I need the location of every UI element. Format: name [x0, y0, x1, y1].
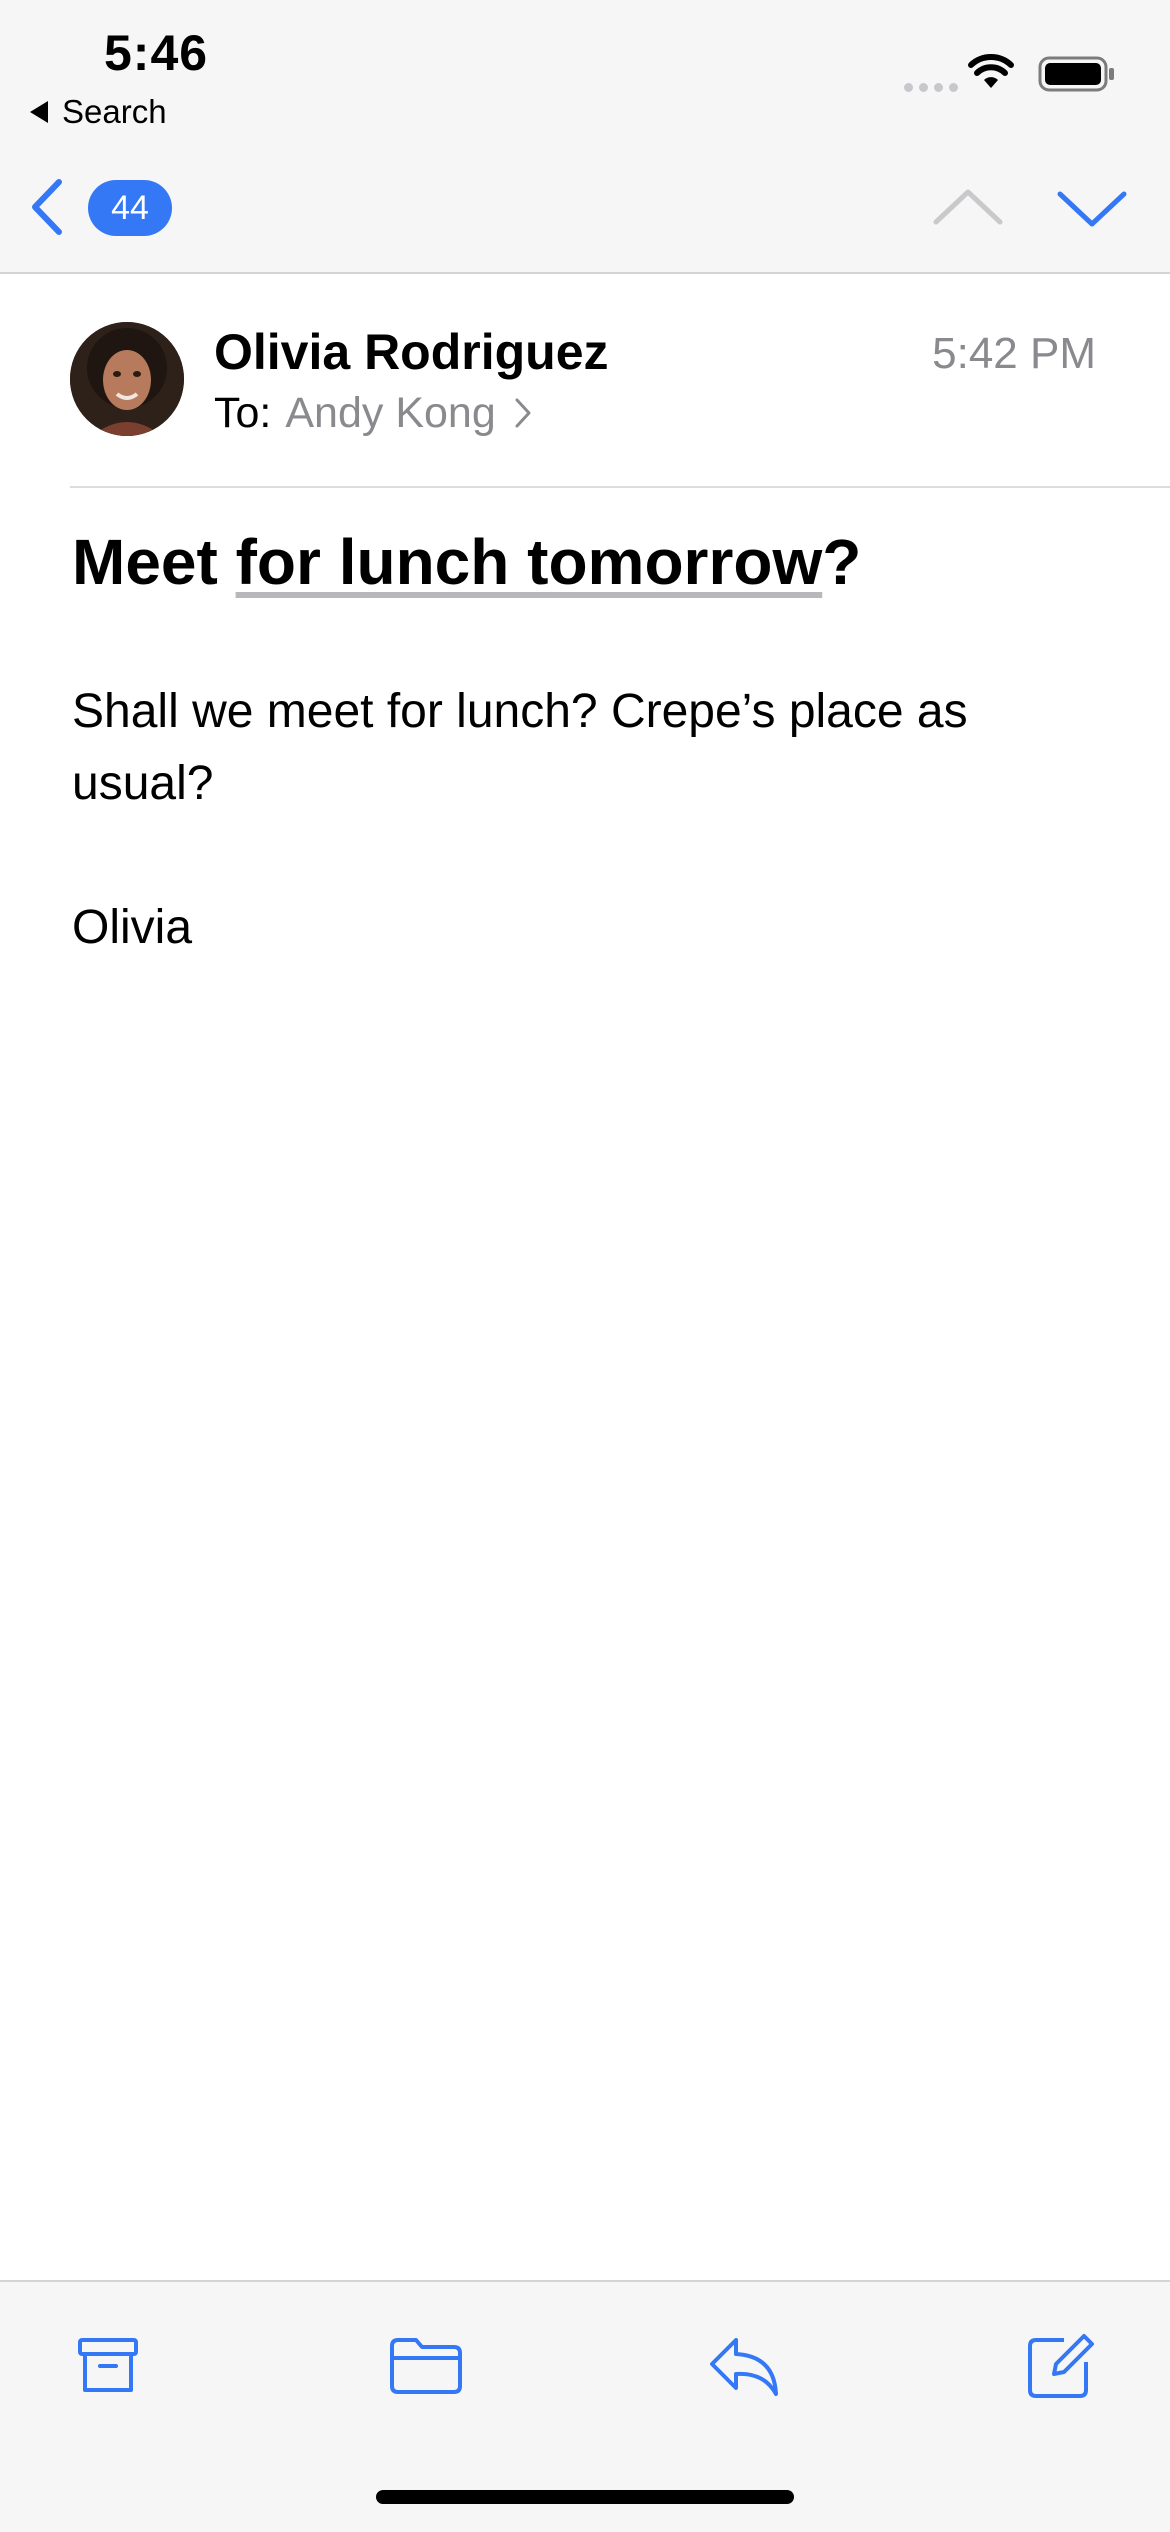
subject-end: ? — [822, 526, 862, 598]
person-photo-icon — [70, 322, 184, 436]
unread-count-badge[interactable]: 44 — [88, 180, 172, 236]
reply-button[interactable] — [704, 2326, 784, 2406]
subject-start: Meet — [72, 526, 236, 598]
message-time: 5:42 PM — [932, 329, 1096, 378]
message-signature: Olivia — [72, 901, 193, 954]
message-subject: Meet for lunch tomorrow? — [72, 524, 1112, 600]
compose-button[interactable] — [1020, 2326, 1100, 2406]
back-to-search-label: Search — [62, 93, 167, 130]
reply-icon — [710, 2338, 778, 2396]
recipient-details-row[interactable]: To: Andy Kong — [214, 388, 532, 438]
chevron-left-icon — [32, 179, 62, 235]
recipient-name[interactable]: Andy Kong — [285, 389, 495, 438]
message-body: Shall we meet for lunch? Crepe’s place a… — [72, 685, 968, 810]
cellular-signal-icon — [904, 83, 958, 92]
next-message-button[interactable] — [1054, 180, 1130, 236]
compose-icon — [1028, 2334, 1094, 2398]
top-navigation-bar: 5:46 Search 44 — [0, 0, 1170, 274]
back-triangle-icon — [30, 101, 48, 123]
archive-button[interactable] — [68, 2326, 148, 2406]
sender-avatar[interactable] — [70, 322, 184, 436]
chevron-right-icon — [514, 397, 532, 429]
to-label: To: — [214, 388, 272, 437]
sender-name[interactable]: Olivia Rodriguez — [214, 322, 609, 382]
back-to-search-link[interactable]: Search — [30, 92, 167, 132]
status-time: 5:46 — [104, 25, 209, 81]
folder-icon — [390, 2338, 462, 2394]
chevron-down-icon — [1057, 191, 1127, 227]
back-to-mailbox-button[interactable] — [22, 172, 70, 242]
detected-event-link[interactable]: for lunch tomorrow — [236, 526, 823, 598]
archive-icon — [78, 2338, 138, 2392]
header-divider — [70, 486, 1170, 488]
chevron-up-icon — [933, 189, 1003, 225]
battery-icon — [1038, 56, 1114, 92]
previous-message-button[interactable] — [930, 180, 1006, 236]
move-to-folder-button[interactable] — [386, 2326, 466, 2406]
wifi-icon — [968, 54, 1014, 88]
home-indicator[interactable] — [376, 2490, 794, 2504]
mail-message-screen: 5:46 Search 44 Olivia Rodriguez To: Andy… — [0, 0, 1170, 2532]
